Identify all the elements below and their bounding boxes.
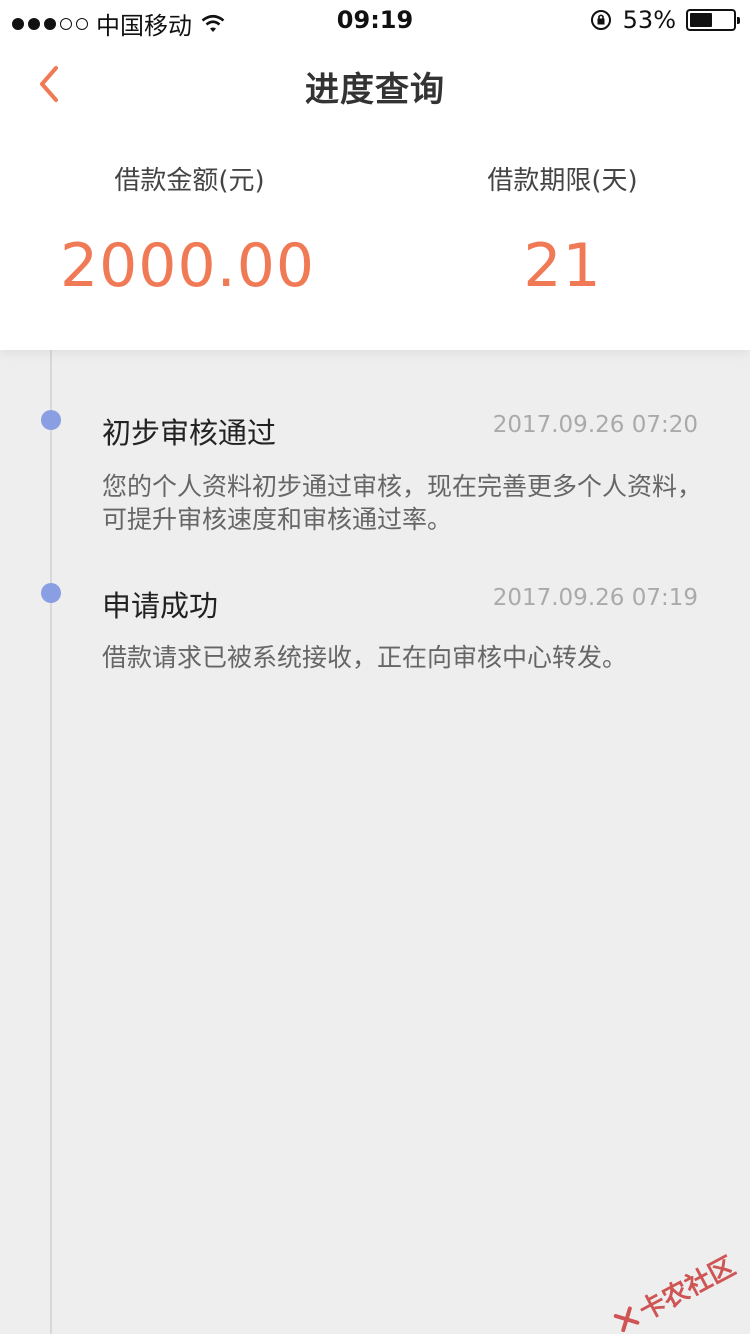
timeline-line (50, 350, 52, 1334)
battery-level (690, 13, 713, 27)
loan-term-value: 21 (523, 231, 602, 301)
loan-amount-value: 2000.00 (59, 231, 316, 301)
loan-amount: 借款金额(元) 2000.00 (0, 160, 375, 301)
event-description: 借款请求已被系统接收，正在向审核中心转发。 (102, 643, 628, 672)
event-title: 初步审核通过 (102, 416, 277, 450)
loan-amount-label: 借款金额(元) (114, 166, 265, 196)
status-right: 53% (589, 6, 740, 34)
event-timestamp: 2017.09.26 07:20 (492, 412, 698, 438)
loan-term: 借款期限(天) 21 (375, 160, 750, 301)
loan-term-label: 借款期限(天) (487, 166, 638, 196)
status-bar: 中国移动 09:19 53% (0, 0, 750, 40)
event-description: 您的个人资料初步通过审核，现在完善更多个人资料，可提升审核速度和审核通过率。 (102, 472, 703, 534)
loan-summary: 借款金额(元) 2000.00 借款期限(天) 21 (0, 160, 750, 330)
nav-bar: 进度查询 (0, 40, 750, 128)
page-title: 进度查询 (305, 70, 445, 110)
event-timestamp: 2017.09.26 07:19 (492, 585, 698, 611)
header: 中国移动 09:19 53% 进度查询 借款金额(元) 2000.00 借款期限… (0, 0, 750, 350)
event-title: 申请成功 (102, 589, 219, 623)
timeline-node (41, 410, 61, 430)
timeline-node (41, 583, 61, 603)
battery-icon (686, 9, 740, 31)
watermark-text: 卡农社区 (634, 1251, 741, 1327)
battery-percent: 53% (622, 6, 676, 34)
orientation-lock-icon (590, 10, 611, 30)
watermark-logo: 卡农社区 (607, 1246, 741, 1334)
